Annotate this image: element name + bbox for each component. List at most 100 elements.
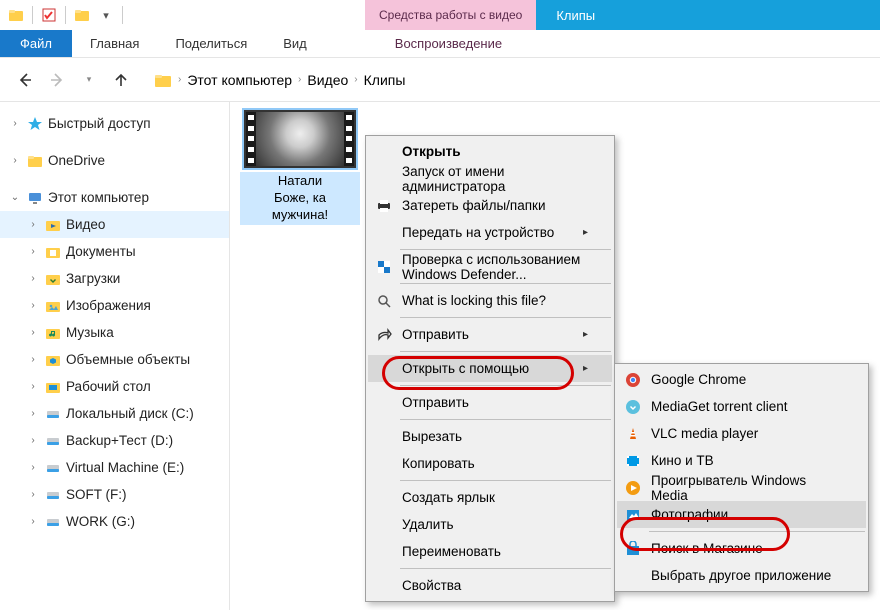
menu-delete[interactable]: Удалить bbox=[368, 511, 612, 538]
tree-item[interactable]: ›Рабочий стол bbox=[0, 373, 229, 400]
drive-icon bbox=[44, 486, 62, 504]
submenu-mediaget[interactable]: MediaGet torrent client bbox=[617, 393, 866, 420]
recent-dropdown[interactable]: ▾ bbox=[76, 67, 102, 93]
window-title: Клипы bbox=[536, 0, 880, 30]
submenu-chrome[interactable]: Google Chrome bbox=[617, 366, 866, 393]
expand-icon[interactable]: › bbox=[26, 489, 40, 500]
menu-run-as-admin[interactable]: Запуск от имени администратора bbox=[368, 165, 612, 192]
expand-icon[interactable]: › bbox=[26, 219, 40, 230]
tree-item[interactable]: › Видео bbox=[0, 211, 229, 238]
collapse-icon[interactable]: ⌄ bbox=[8, 192, 22, 203]
tree-label: SOFT (F:) bbox=[66, 487, 127, 502]
navigation-pane: › Быстрый доступ › OneDrive ⌄ Этот компь… bbox=[0, 102, 230, 610]
separator bbox=[65, 6, 66, 24]
submenu-cinema[interactable]: Кино и ТВ bbox=[617, 447, 866, 474]
video-thumbnail bbox=[244, 110, 356, 168]
menu-locking[interactable]: What is locking this file? bbox=[368, 287, 612, 314]
expand-icon[interactable]: › bbox=[26, 408, 40, 419]
tree-item[interactable]: ›Музыка bbox=[0, 319, 229, 346]
movies-icon bbox=[623, 451, 643, 471]
breadcrumb[interactable]: › Этот компьютер › Видео › Клипы bbox=[148, 66, 868, 94]
contextual-tab-title: Средства работы с видео bbox=[365, 0, 536, 30]
file-item[interactable]: Натали Боже, ка мужчина! bbox=[240, 110, 360, 225]
expand-icon[interactable]: › bbox=[26, 516, 40, 527]
tree-item[interactable]: › Загрузки bbox=[0, 265, 229, 292]
expand-icon[interactable]: › bbox=[26, 435, 40, 446]
tree-item[interactable]: ›Объемные объекты bbox=[0, 346, 229, 373]
properties-icon[interactable] bbox=[39, 5, 59, 25]
expand-icon[interactable]: › bbox=[26, 246, 40, 257]
back-button[interactable] bbox=[12, 67, 38, 93]
chevron-right-icon[interactable]: › bbox=[298, 74, 301, 85]
tree-label: WORK (G:) bbox=[66, 514, 135, 529]
tree-item[interactable]: › WORK (G:) bbox=[0, 508, 229, 535]
menu-shortcut[interactable]: Создать ярлык bbox=[368, 484, 612, 511]
expand-icon[interactable]: › bbox=[26, 327, 40, 338]
submenu-store[interactable]: Поиск в Магазине bbox=[617, 535, 866, 562]
menu-open-with[interactable]: Открыть с помощью▸ bbox=[368, 355, 612, 382]
expand-icon[interactable]: › bbox=[26, 381, 40, 392]
chevron-right-icon: ▸ bbox=[583, 363, 588, 374]
drive-icon bbox=[44, 432, 62, 450]
tree-onedrive[interactable]: › OneDrive bbox=[0, 147, 229, 174]
menu-cast[interactable]: Передать на устройство▸ bbox=[368, 219, 612, 246]
submenu-wmp[interactable]: Проигрыватель Windows Media bbox=[617, 474, 866, 501]
breadcrumb-item[interactable]: Клипы bbox=[364, 72, 406, 88]
drive-icon bbox=[44, 459, 62, 477]
forward-button[interactable] bbox=[44, 67, 70, 93]
submenu-vlc[interactable]: VLC media player bbox=[617, 420, 866, 447]
star-icon bbox=[26, 115, 44, 133]
up-button[interactable] bbox=[108, 67, 134, 93]
ribbon-tabs: Файл Главная Поделиться Вид Воспроизведе… bbox=[0, 30, 880, 58]
expand-icon[interactable]: › bbox=[26, 273, 40, 284]
expand-icon[interactable]: › bbox=[8, 155, 22, 166]
tree-item[interactable]: › SOFT (F:) bbox=[0, 481, 229, 508]
expand-icon[interactable]: › bbox=[26, 354, 40, 365]
menu-share[interactable]: Отправить bbox=[368, 389, 612, 416]
chevron-right-icon[interactable]: › bbox=[178, 74, 181, 85]
menu-send-to[interactable]: Отправить▸ bbox=[368, 321, 612, 348]
menu-properties[interactable]: Свойства bbox=[368, 572, 612, 599]
menu-rename[interactable]: Переименовать bbox=[368, 538, 612, 565]
ribbon-tab-home[interactable]: Главная bbox=[72, 30, 157, 57]
expand-icon[interactable]: › bbox=[26, 462, 40, 473]
tree-this-pc[interactable]: ⌄ Этот компьютер bbox=[0, 184, 229, 211]
breadcrumb-item[interactable]: Этот компьютер bbox=[187, 72, 292, 88]
expand-icon[interactable]: › bbox=[8, 118, 22, 129]
menu-separator bbox=[649, 531, 865, 532]
file-tab[interactable]: Файл bbox=[0, 30, 72, 57]
chevron-right-icon[interactable]: › bbox=[354, 74, 357, 85]
tree-label: Видео bbox=[66, 217, 105, 232]
wmp-icon bbox=[623, 478, 643, 498]
docs-icon bbox=[44, 243, 62, 261]
menu-erase[interactable]: Затереть файлы/папки bbox=[368, 192, 612, 219]
tree-item[interactable]: ›Локальный диск (C:) bbox=[0, 400, 229, 427]
submenu-photos[interactable]: Фотографии bbox=[617, 501, 866, 528]
ribbon-tab-playback[interactable]: Воспроизведение bbox=[377, 30, 520, 57]
file-label: Натали Боже, ка мужчина! bbox=[240, 172, 360, 225]
menu-open[interactable]: Открыть bbox=[368, 138, 612, 165]
folder-quick-icon[interactable] bbox=[72, 5, 92, 25]
ribbon-tab-share[interactable]: Поделиться bbox=[157, 30, 265, 57]
tree-label: Загрузки bbox=[66, 271, 120, 286]
tree-quick-access[interactable]: › Быстрый доступ bbox=[0, 110, 229, 137]
tree-item[interactable]: ›Документы bbox=[0, 238, 229, 265]
menu-separator bbox=[400, 249, 611, 250]
submenu-other[interactable]: Выбрать другое приложение bbox=[617, 562, 866, 589]
menu-cut[interactable]: Вырезать bbox=[368, 423, 612, 450]
drive-icon bbox=[44, 405, 62, 423]
menu-separator bbox=[400, 419, 611, 420]
tree-item[interactable]: ›Изображения bbox=[0, 292, 229, 319]
shield-icon bbox=[374, 257, 394, 277]
overflow-icon[interactable]: ▾ bbox=[96, 5, 116, 25]
separator bbox=[122, 6, 123, 24]
tree-item[interactable]: ›Backup+Тест (D:) bbox=[0, 427, 229, 454]
quick-access-toolbar: ▾ bbox=[0, 5, 125, 25]
menu-defender[interactable]: Проверка с использованием Windows Defend… bbox=[368, 253, 612, 280]
menu-separator bbox=[400, 568, 611, 569]
expand-icon[interactable]: › bbox=[26, 300, 40, 311]
breadcrumb-item[interactable]: Видео bbox=[307, 72, 348, 88]
menu-copy[interactable]: Копировать bbox=[368, 450, 612, 477]
ribbon-tab-view[interactable]: Вид bbox=[265, 30, 325, 57]
tree-item[interactable]: ›Virtual Machine (E:) bbox=[0, 454, 229, 481]
